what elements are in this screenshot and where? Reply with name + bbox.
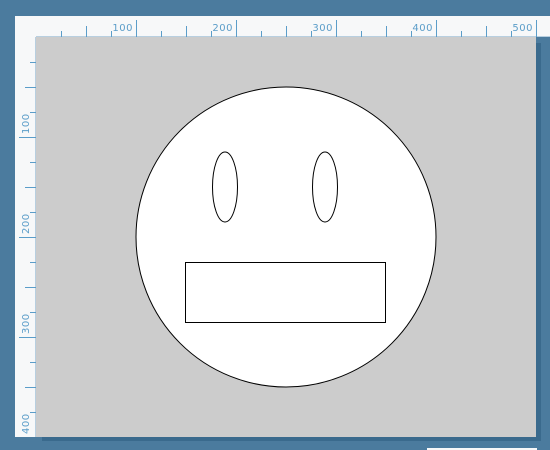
drawing-app: 100 200 300 400 500 100 200 300 400 <box>0 0 550 450</box>
ruler-label-400: 400 <box>412 23 433 34</box>
ruler-label-v200: 200 <box>21 213 32 234</box>
ruler-label-v300: 300 <box>21 313 32 334</box>
ruler-label-500: 500 <box>512 23 533 34</box>
vertical-ruler: 100 200 300 400 <box>15 37 36 437</box>
ruler-label-300: 300 <box>312 23 333 34</box>
ruler-label-v100: 100 <box>21 113 32 134</box>
canvas-shadow-right <box>536 43 541 441</box>
right-eye[interactable] <box>312 151 338 223</box>
ruler-label-200: 200 <box>212 23 233 34</box>
face-circle[interactable] <box>135 86 437 388</box>
mouth-rect[interactable] <box>185 262 386 323</box>
left-eye[interactable] <box>212 151 238 223</box>
ruler-label-100: 100 <box>112 23 133 34</box>
ruler-corner <box>15 16 36 37</box>
ruler-label-v400: 400 <box>21 413 32 434</box>
horizontal-ruler: 100 200 300 400 500 <box>36 16 550 37</box>
canvas-shadow-bottom <box>42 437 541 441</box>
drawing-canvas[interactable] <box>36 37 536 437</box>
